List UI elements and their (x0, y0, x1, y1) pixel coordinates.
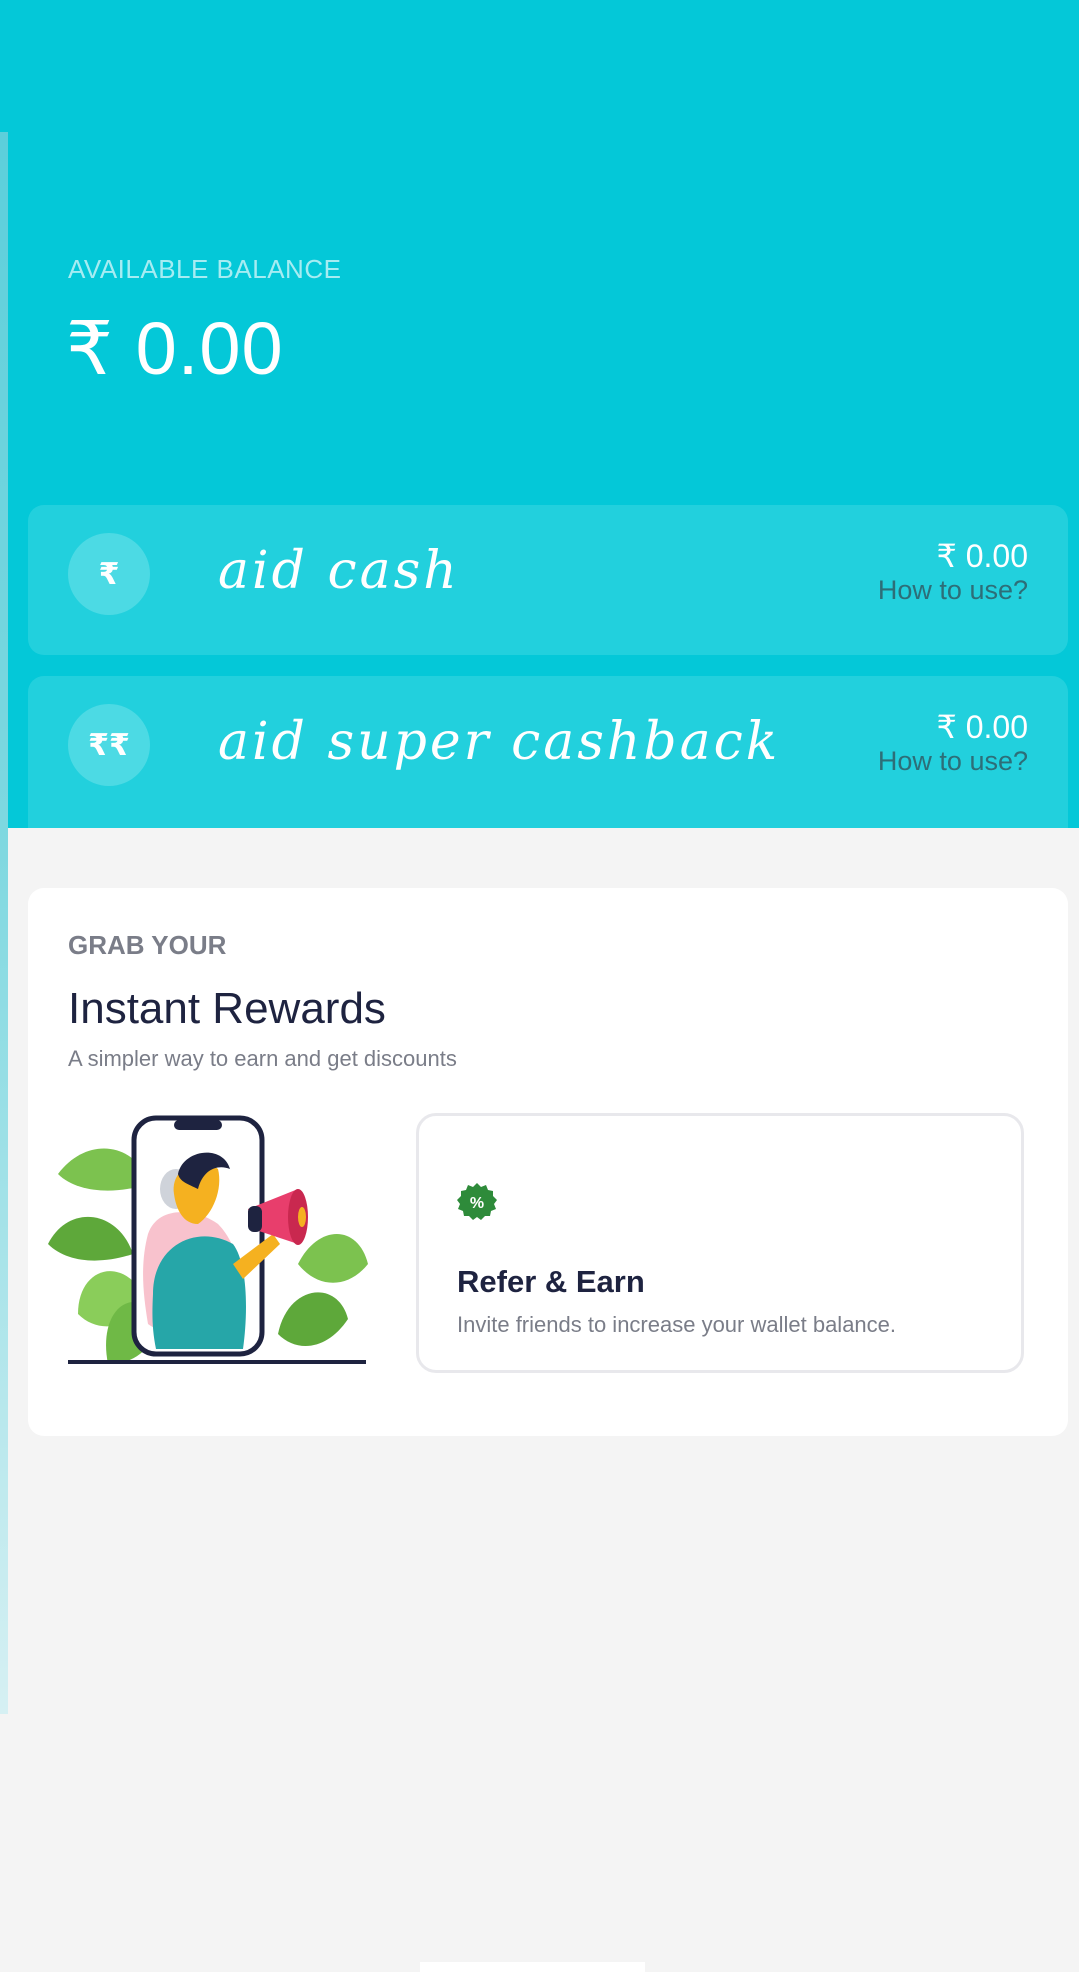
wallet-header: AVAILABLE BALANCE ₹ 0.00 ₹ aid cash ₹ 0.… (0, 0, 1079, 828)
available-balance-value: ₹ 0.00 (66, 307, 284, 390)
rewards-eyebrow: GRAB YOUR (68, 930, 227, 960)
instant-rewards-card: GRAB YOUR Instant Rewards A simpler way … (28, 888, 1068, 1436)
wallet-amount: ₹ 0.00 (936, 538, 1028, 574)
wallet-name: aid super cashback (218, 712, 781, 772)
discount-badge-icon: % (457, 1183, 497, 1220)
bottom-gesture-bar (420, 1962, 645, 1972)
double-rupee-coin-icon: ₹₹ (68, 704, 150, 786)
how-to-use-link[interactable]: How to use? (878, 746, 1028, 777)
side-edge-strip (0, 132, 8, 1714)
rupee-coin-icon: ₹ (68, 533, 150, 615)
refer-description: Invite friends to increase your wallet b… (457, 1312, 897, 1337)
megaphone-person-illustration (48, 1115, 368, 1364)
wallet-name: aid cash (218, 541, 460, 601)
wallet-amount: ₹ 0.00 (936, 709, 1028, 745)
rewards-subtitle: A simpler way to earn and get discounts (68, 1046, 457, 1071)
refer-and-earn-card[interactable]: % Refer & Earn Invite friends to increas… (416, 1113, 1024, 1373)
available-balance-label: AVAILABLE BALANCE (68, 254, 342, 284)
wallet-card-aid-cash[interactable]: ₹ aid cash ₹ 0.00 How to use? (28, 505, 1068, 655)
how-to-use-link[interactable]: How to use? (878, 575, 1028, 606)
rewards-title: Instant Rewards (68, 984, 386, 1033)
badge-glyph: % (470, 1195, 484, 1212)
refer-title: Refer & Earn (457, 1264, 645, 1299)
wallet-card-aid-super-cashback[interactable]: ₹₹ aid super cashback ₹ 0.00 How to use? (28, 676, 1068, 828)
